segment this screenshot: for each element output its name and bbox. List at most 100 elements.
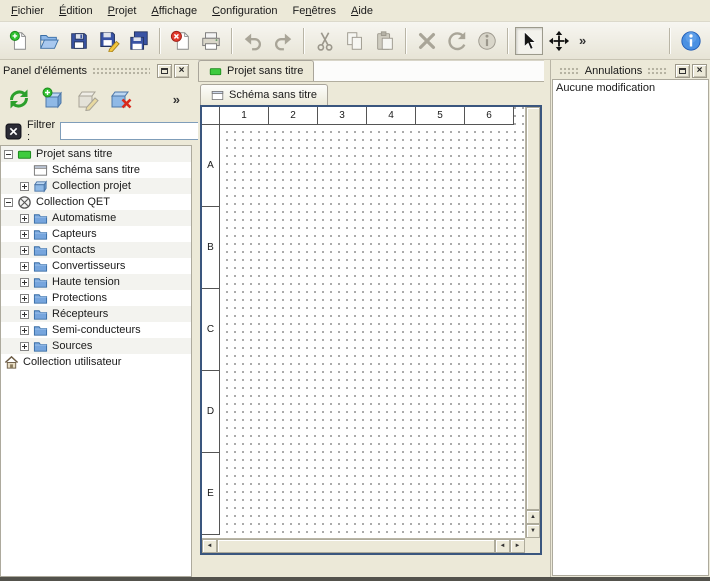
save-button[interactable]: [65, 27, 93, 55]
column-headers: 1 2 3 4 5 6: [202, 107, 514, 125]
save-as-button[interactable]: [95, 27, 123, 55]
selection-mode-button[interactable]: [515, 27, 543, 55]
expand-expander-icon[interactable]: [20, 246, 29, 255]
menu-affichage[interactable]: Affichage: [144, 2, 204, 20]
expand-expander-icon[interactable]: [20, 214, 29, 223]
tree-item-projet-sans-titre[interactable]: Projet sans titre: [1, 146, 191, 162]
close-icon: ×: [179, 66, 185, 76]
expand-expander-icon[interactable]: [20, 342, 29, 351]
open-file-button[interactable]: [35, 27, 63, 55]
expand-expander-icon[interactable]: [20, 326, 29, 335]
elements-panel-title: Panel d'éléments: [3, 65, 87, 77]
expand-expander-icon[interactable]: [20, 278, 29, 287]
close-dock-button[interactable]: ×: [174, 64, 189, 78]
save-all-button[interactable]: [125, 27, 153, 55]
schema-paper[interactable]: 1 2 3 4 5 6 A B C D E: [202, 107, 525, 538]
paste-button[interactable]: [371, 27, 399, 55]
undo-panel-titlebar[interactable]: Annulations ×: [551, 62, 710, 79]
column-header: 3: [318, 107, 367, 125]
tree-item-automatisme[interactable]: Automatisme: [1, 210, 191, 226]
close-dock-button[interactable]: ×: [692, 64, 707, 78]
scroll-left-button[interactable]: ◄: [202, 539, 217, 553]
rotate-button[interactable]: [443, 27, 471, 55]
scroll-up-button[interactable]: ▲: [526, 510, 540, 524]
schema-icon: [211, 89, 224, 102]
menu-fichier[interactable]: Fichier: [4, 2, 51, 20]
dock-grip: [92, 67, 150, 75]
tree-item-label: Récepteurs: [52, 308, 108, 320]
tree-item-schema-sans-titre[interactable]: Schéma sans titre: [1, 162, 191, 178]
tree-item-contacts[interactable]: Contacts: [1, 242, 191, 258]
toolbar-separator: [507, 28, 509, 54]
tab-projet-sans-titre[interactable]: Projet sans titre: [198, 60, 314, 81]
visualisation-mode-button[interactable]: [545, 27, 573, 55]
tree-item-convertisseurs[interactable]: Convertisseurs: [1, 258, 191, 274]
float-icon: [161, 68, 168, 74]
close-file-button[interactable]: [167, 27, 195, 55]
expand-expander-icon[interactable]: [20, 182, 29, 191]
vertical-scrollbar-thumb[interactable]: [526, 107, 540, 510]
tree-item-label: Collection QET: [36, 196, 110, 208]
menu-aide[interactable]: Aide: [344, 2, 380, 20]
qet-collection-icon: [17, 195, 32, 210]
tree-item-capteurs[interactable]: Capteurs: [1, 226, 191, 242]
clear-filter-icon[interactable]: [5, 123, 22, 140]
elements-tree: Projet sans titre Schéma sans titre Coll…: [0, 145, 192, 577]
menu-edition[interactable]: Édition: [52, 2, 100, 20]
copy-pages-icon: [344, 30, 366, 52]
edit-element-icon: [75, 87, 99, 111]
delete-button[interactable]: [413, 27, 441, 55]
undo-list[interactable]: Aucune modification: [552, 79, 709, 576]
expand-expander-icon[interactable]: [20, 310, 29, 319]
vertical-scrollbar[interactable]: ▲ ▼: [525, 107, 540, 538]
about-qet-button[interactable]: [677, 27, 705, 55]
filter-input[interactable]: [60, 122, 210, 140]
toolbar-extension-button[interactable]: »: [575, 33, 590, 48]
folder-icon: [33, 227, 48, 242]
tree-item-sources[interactable]: Sources: [1, 338, 191, 354]
redo-button[interactable]: [269, 27, 297, 55]
tree-item-semi-conducteurs[interactable]: Semi-conducteurs: [1, 322, 191, 338]
schema-view[interactable]: 1 2 3 4 5 6 A B C D E: [200, 105, 542, 555]
menu-projet[interactable]: Projet: [101, 2, 144, 20]
horizontal-scrollbar[interactable]: ◄ ◄ ►: [202, 538, 525, 553]
tree-item-protections[interactable]: Protections: [1, 290, 191, 306]
scroll-down-button[interactable]: ▼: [526, 524, 540, 538]
new-element-button[interactable]: [38, 84, 68, 114]
undo-button[interactable]: [239, 27, 267, 55]
toolbar-separator: [303, 28, 305, 54]
toolbar-separator: [159, 28, 161, 54]
tree-item-collection-projet[interactable]: Collection projet: [1, 178, 191, 194]
collapse-expander-icon[interactable]: [4, 150, 13, 159]
scroll-right-button[interactable]: ►: [510, 539, 525, 553]
print-button[interactable]: [197, 27, 225, 55]
tree-item-collection-qet[interactable]: Collection QET: [1, 194, 191, 210]
reload-collections-button[interactable]: [4, 84, 34, 114]
copy-button[interactable]: [341, 27, 369, 55]
elements-panel-titlebar[interactable]: Panel d'éléments ×: [0, 62, 192, 79]
horizontal-scrollbar-thumb[interactable]: [217, 539, 495, 553]
element-info-button[interactable]: [473, 27, 501, 55]
edit-element-button[interactable]: [72, 84, 102, 114]
tree-item-label: Contacts: [52, 244, 95, 256]
expand-expander-icon[interactable]: [20, 294, 29, 303]
cut-button[interactable]: [311, 27, 339, 55]
tab-schema-sans-titre[interactable]: Schéma sans titre: [200, 84, 328, 105]
delete-element-icon: [109, 87, 133, 111]
delete-element-button[interactable]: [106, 84, 136, 114]
menu-fenetres[interactable]: Fenêtres: [286, 2, 343, 20]
scroll-left-button[interactable]: ◄: [495, 539, 510, 553]
expand-expander-icon[interactable]: [20, 230, 29, 239]
tree-item-haute-tension[interactable]: Haute tension: [1, 274, 191, 290]
tree-item-recepteurs[interactable]: Récepteurs: [1, 306, 191, 322]
float-dock-button[interactable]: [157, 64, 172, 78]
tree-item-label: Haute tension: [52, 276, 120, 288]
schema-tabbar: Schéma sans titre: [198, 82, 544, 105]
menu-configuration[interactable]: Configuration: [205, 2, 284, 20]
tree-item-collection-utilisateur[interactable]: Collection utilisateur: [1, 354, 191, 370]
collapse-expander-icon[interactable]: [4, 198, 13, 207]
new-file-button[interactable]: [5, 27, 33, 55]
expand-expander-icon[interactable]: [20, 262, 29, 271]
panel-toolbar-extension-button[interactable]: »: [169, 92, 184, 107]
float-dock-button[interactable]: [675, 64, 690, 78]
